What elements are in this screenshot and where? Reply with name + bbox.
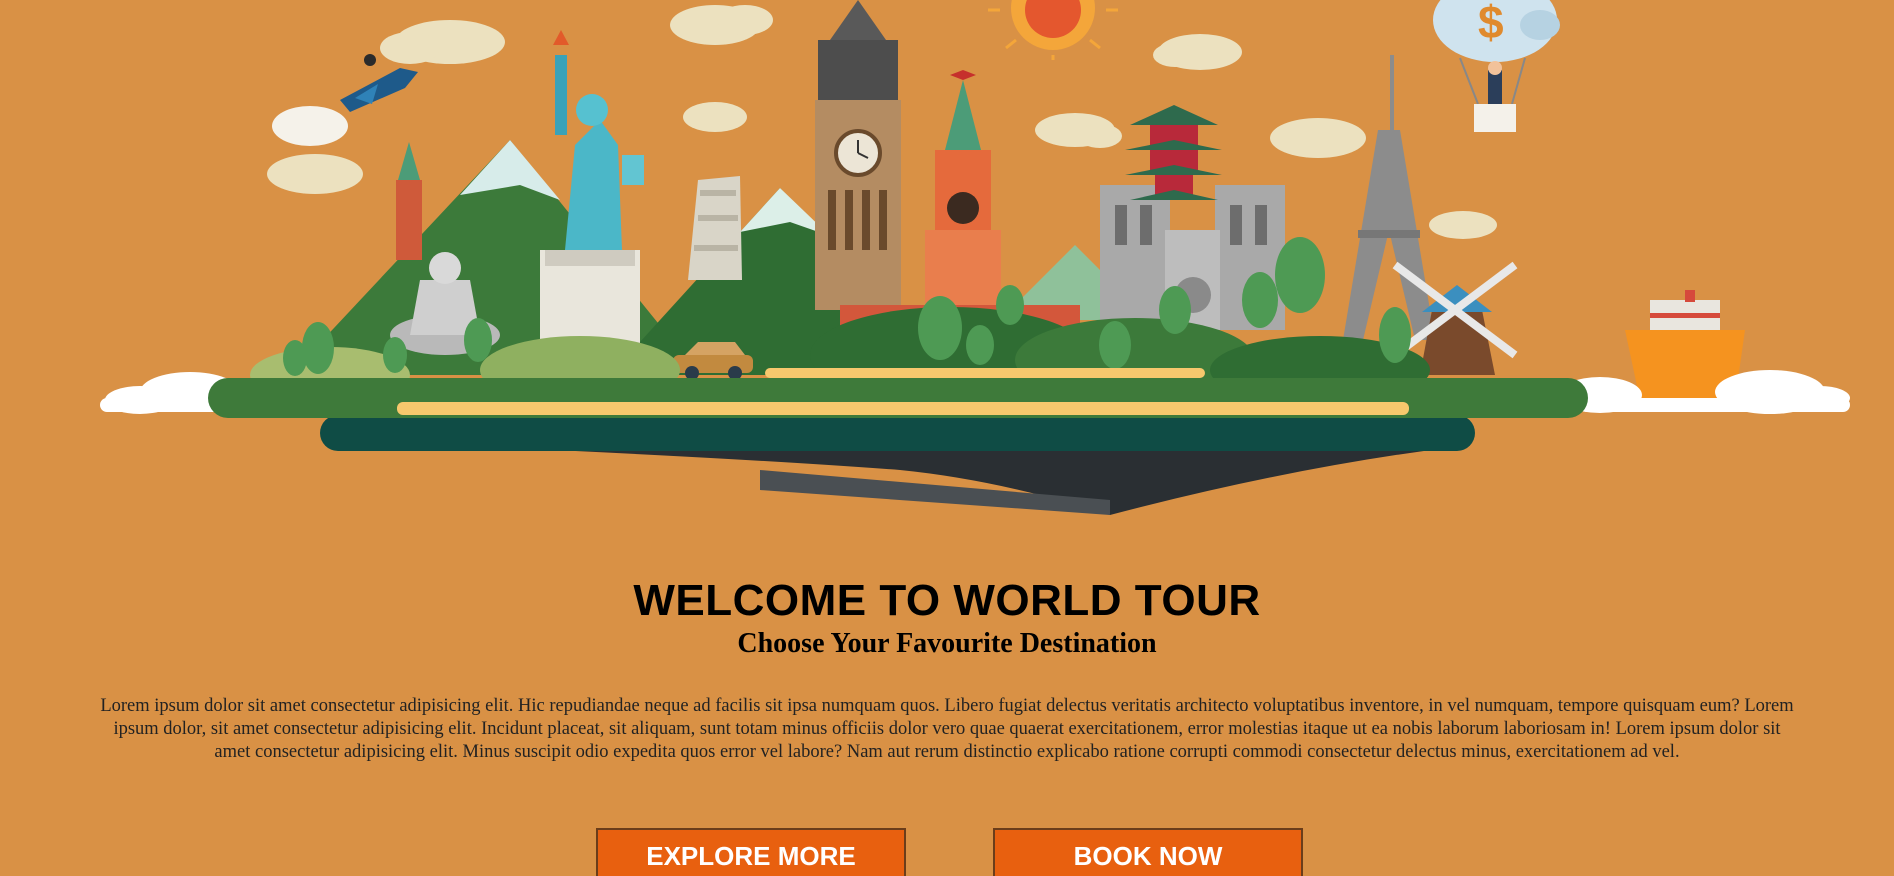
page: $ WELCOME TO WORLD TOUR Choose Your Favo… bbox=[0, 0, 1894, 876]
welcome-section: WELCOME TO WORLD TOUR Choose Your Favour… bbox=[0, 575, 1894, 764]
explore-more-button[interactable]: EXPLORE MORE bbox=[596, 828, 906, 876]
description-text: Lorem ipsum dolor sit amet consectetur a… bbox=[100, 696, 1794, 762]
dollar-sign-icon: $ bbox=[1478, 0, 1504, 48]
eiffel-tower-icon bbox=[1343, 55, 1435, 340]
page-title: WELCOME TO WORLD TOUR bbox=[633, 576, 1261, 625]
leaning-tower-icon bbox=[688, 176, 742, 280]
island-base bbox=[208, 368, 1588, 515]
page-subtitle: Choose Your Favourite Destination bbox=[737, 628, 1157, 659]
action-buttons: EXPLORE MORE BOOK NOW bbox=[0, 828, 1894, 876]
bell-tower-icon bbox=[396, 142, 422, 260]
big-ben-icon bbox=[815, 0, 901, 310]
statue-of-liberty-icon bbox=[540, 30, 644, 345]
smoke-cloud-icon bbox=[272, 106, 348, 146]
sun-icon bbox=[988, 0, 1118, 60]
hero-illustration: $ bbox=[0, 0, 1894, 530]
piggy-bank-balloon-icon: $ bbox=[1433, 0, 1560, 132]
book-now-button[interactable]: BOOK NOW bbox=[993, 828, 1303, 876]
